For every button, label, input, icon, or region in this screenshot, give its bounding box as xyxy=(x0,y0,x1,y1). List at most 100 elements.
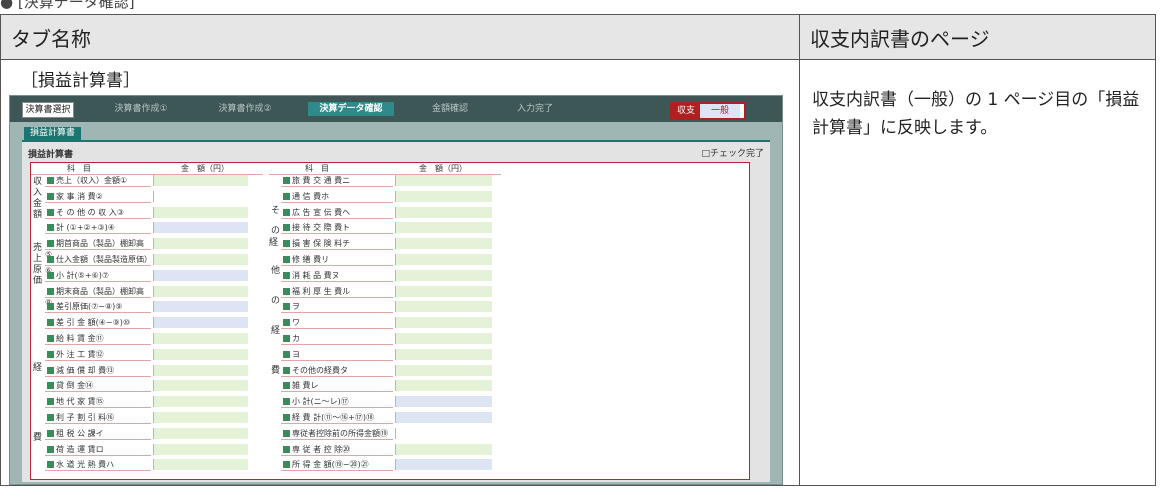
left-amount-input[interactable] xyxy=(153,443,248,455)
edit-icon[interactable] xyxy=(283,461,290,469)
left-amount-input[interactable] xyxy=(153,333,248,344)
edit-icon[interactable] xyxy=(47,177,54,184)
right-row-label: その他の経費タ xyxy=(281,365,393,377)
row-label: ワ xyxy=(292,318,300,328)
right-row-label: ヲ xyxy=(281,301,393,314)
edit-icon[interactable] xyxy=(47,303,54,311)
left-amount-input[interactable] xyxy=(153,348,248,360)
right-amount-input[interactable] xyxy=(395,396,492,408)
right-amount-input[interactable] xyxy=(395,443,492,455)
edit-icon[interactable] xyxy=(283,271,290,279)
tab-label: ［損益計算書］ xyxy=(21,71,140,91)
right-amount-input[interactable] xyxy=(395,254,492,265)
right-amount-input[interactable] xyxy=(395,206,492,218)
right-amount-input[interactable] xyxy=(395,380,492,392)
panel-title: 損益計算書 xyxy=(28,150,74,160)
edit-icon[interactable] xyxy=(283,398,290,406)
right-amount-input[interactable] xyxy=(395,317,492,329)
edit-icon[interactable] xyxy=(47,461,54,469)
edit-icon[interactable] xyxy=(47,287,54,295)
left-amount-input[interactable] xyxy=(153,285,248,297)
right-amount-input[interactable] xyxy=(395,269,492,281)
edit-icon[interactable] xyxy=(47,240,54,248)
edit-icon[interactable] xyxy=(47,224,54,232)
edit-icon[interactable] xyxy=(283,192,290,200)
step-5: 入力完了 xyxy=(516,104,553,114)
left-amount-input[interactable] xyxy=(153,427,248,439)
step-3: 決算データ確認 xyxy=(308,102,394,116)
edit-icon[interactable] xyxy=(283,256,290,263)
left-amount-input[interactable] xyxy=(153,459,248,471)
left-row-label: 家 事 消 費② xyxy=(45,191,151,203)
right-amount-input[interactable] xyxy=(395,301,492,313)
left-amount-input[interactable] xyxy=(153,380,248,392)
left-amount-input[interactable] xyxy=(153,254,248,265)
edit-icon[interactable] xyxy=(283,350,290,358)
edit-icon[interactable] xyxy=(283,303,290,311)
tab-income-statement[interactable]: 損益計算書 xyxy=(24,127,82,140)
select-settlement-button[interactable]: 決算書選択 xyxy=(22,102,74,118)
right-amount-input[interactable] xyxy=(395,427,492,439)
right-amount-input[interactable] xyxy=(395,175,492,186)
edit-icon[interactable] xyxy=(47,414,54,421)
left-amount-input[interactable] xyxy=(153,301,248,313)
left-amount-input[interactable] xyxy=(153,269,248,281)
edit-icon[interactable] xyxy=(283,429,290,437)
right-group-label: そ xyxy=(271,206,281,216)
edit-icon[interactable] xyxy=(47,271,54,279)
right-amount-input[interactable] xyxy=(395,222,492,234)
edit-icon[interactable] xyxy=(47,429,54,437)
row-label: カ xyxy=(292,334,300,343)
left-amount-input[interactable] xyxy=(153,317,248,329)
edit-icon[interactable] xyxy=(283,208,290,216)
row-label: 所 得 金 額(⑲−⑳)㉑ xyxy=(292,460,369,470)
right-group-label: の xyxy=(271,226,281,236)
right-row-label: 雑 費レ xyxy=(281,380,393,393)
edit-icon[interactable] xyxy=(283,287,290,295)
right-amount-input[interactable] xyxy=(395,190,492,202)
row-label: 地 代 家 賃⑮ xyxy=(56,397,104,407)
right-amount-input[interactable] xyxy=(395,412,492,423)
row-label: その他の経費タ xyxy=(292,365,348,375)
right-amount-input[interactable] xyxy=(395,364,492,376)
edit-icon[interactable] xyxy=(47,366,54,374)
row-label: そ の 他 の 収 入③ xyxy=(56,207,124,217)
left-row-label: 差 引 金 額(④−⑨)⑩ xyxy=(45,317,151,330)
left-amount-input[interactable] xyxy=(153,222,248,234)
edit-icon[interactable] xyxy=(47,192,54,200)
edit-icon[interactable] xyxy=(283,177,290,184)
edit-icon[interactable] xyxy=(283,382,290,390)
right-row-label: 損 害 保 険 料チ xyxy=(281,238,393,251)
edit-icon[interactable] xyxy=(47,319,54,327)
left-amount-input[interactable] xyxy=(153,175,248,186)
edit-icon[interactable] xyxy=(283,414,290,421)
check-complete-checkbox[interactable]: □チェック完了 xyxy=(701,146,764,159)
edit-icon[interactable] xyxy=(283,224,290,232)
edit-icon[interactable] xyxy=(47,350,54,358)
edit-icon[interactable] xyxy=(47,256,54,263)
left-amount-input[interactable] xyxy=(153,238,248,250)
edit-icon[interactable] xyxy=(47,335,54,342)
edit-icon[interactable] xyxy=(283,319,290,327)
edit-icon[interactable] xyxy=(283,366,290,374)
left-row-label: 荷 造 運 賃ロ xyxy=(45,444,151,456)
edit-icon[interactable] xyxy=(47,445,54,453)
edit-icon[interactable] xyxy=(283,240,290,248)
left-amount-input[interactable] xyxy=(153,396,248,408)
right-amount-input[interactable] xyxy=(395,459,492,471)
left-row-label: 差引原価(⑦−⑧)⑨ xyxy=(45,301,151,314)
edit-icon[interactable] xyxy=(47,398,54,406)
left-amount-input[interactable] xyxy=(153,206,248,218)
edit-icon[interactable] xyxy=(47,382,54,390)
right-amount-input[interactable] xyxy=(395,348,492,360)
left-amount-input[interactable] xyxy=(153,190,248,202)
edit-icon[interactable] xyxy=(283,445,290,453)
right-amount-input[interactable] xyxy=(395,333,492,344)
left-amount-input[interactable] xyxy=(153,364,248,376)
left-amount-input[interactable] xyxy=(153,412,248,423)
right-amount-input[interactable] xyxy=(395,238,492,250)
edit-icon[interactable] xyxy=(283,335,290,342)
edit-icon[interactable] xyxy=(47,208,54,216)
row-label: 消 耗 品 費ヌ xyxy=(292,270,340,280)
right-amount-input[interactable] xyxy=(395,285,492,297)
